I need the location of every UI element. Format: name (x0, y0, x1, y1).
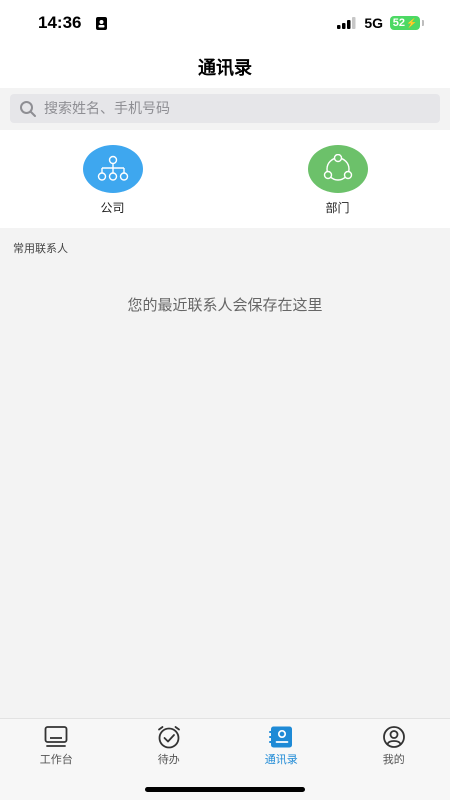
contact-card-icon (96, 17, 107, 30)
tab-label: 工作台 (39, 753, 73, 766)
page-title: 通讯录 (198, 58, 252, 79)
status-indicators: 5G 52 ⚡ (337, 15, 424, 31)
battery-icon: 52 ⚡ (390, 16, 424, 30)
department-network-icon (323, 154, 352, 181)
company-icon-circle (82, 145, 143, 193)
cellular-signal-icon (337, 17, 356, 29)
home-indicator (145, 787, 305, 792)
search-box[interactable] (10, 94, 440, 123)
tab-workbench[interactable]: 工作台 (0, 719, 113, 800)
search-icon (20, 100, 36, 117)
network-type: 5G (364, 15, 383, 31)
tab-label: 我的 (382, 753, 405, 766)
tab-mine[interactable]: 我的 (338, 719, 450, 800)
tab-label: 待办 (157, 753, 180, 766)
department-label: 部门 (325, 201, 350, 215)
empty-state-message: 您的最近联系人会保存在这里 (127, 296, 323, 314)
directory-shortcuts: 公司 部门 (0, 130, 450, 228)
charging-bolt-icon: ⚡ (406, 17, 418, 28)
status-time: 14:36 (38, 13, 82, 32)
department-icon-circle (307, 145, 368, 193)
search-container (0, 88, 450, 130)
org-chart-icon (97, 155, 128, 181)
search-input[interactable] (44, 100, 424, 117)
tab-label: 通讯录 (264, 753, 298, 766)
alarm-clock-icon (157, 726, 180, 749)
frequent-contacts-header: 常用联系人 (13, 242, 68, 255)
contacts-book-icon (269, 726, 293, 748)
battery-level: 52 (392, 17, 406, 29)
user-profile-icon (382, 726, 405, 748)
status-bar: 14:36 5G 52 ⚡ (0, 0, 450, 46)
company-shortcut[interactable]: 公司 (0, 130, 225, 228)
department-shortcut[interactable]: 部门 (225, 130, 450, 228)
company-label: 公司 (100, 201, 125, 215)
monitor-icon (44, 726, 68, 747)
navigation-bar: 通讯录 (0, 46, 450, 88)
